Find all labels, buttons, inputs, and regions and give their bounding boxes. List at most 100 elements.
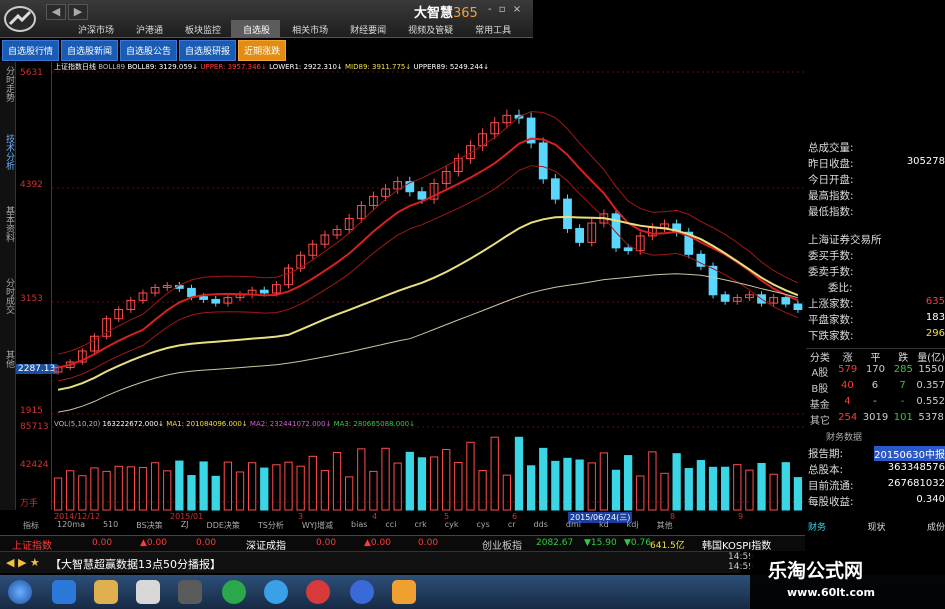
vtab-intraday[interactable]: 分时走势 [2,66,14,126]
indicator-tabs: 指标 120ma 510 BS决策 ZJ DDE决策 TS分析 WYJ增减 bi… [14,520,804,532]
indicator-tab[interactable]: 510 [94,520,127,532]
volume-bar [345,476,354,511]
volume-bar [235,471,245,511]
volume-bar [163,470,172,511]
indicator-tab[interactable]: 其他 [648,520,682,532]
app-browser-icon[interactable] [350,580,374,604]
subtab-news[interactable]: 自选股新闻 [61,40,119,61]
breadth-header: 分类涨平跌量(亿) [806,348,945,364]
subtab-quotes[interactable]: 自选股行情 [2,40,60,61]
news-headline[interactable]: 【大智慧超赢数据13点50分播报】 [50,556,221,572]
indicator-tab[interactable]: BS决策 [127,520,171,532]
news-controls[interactable]: ◀ ▶ ★ [6,556,40,569]
vtab-fundamentals[interactable]: 基本资料 [2,206,14,266]
finance-row: 报告期: 20150630中报 [808,446,945,461]
tab-sector-monitor[interactable]: 板块监控 [173,20,231,38]
start-icon[interactable] [8,580,32,604]
indicator-tab[interactable]: bias [342,520,376,532]
settings-icon[interactable] [178,580,202,604]
folder-icon[interactable] [94,580,118,604]
candle-body [781,297,791,305]
volume-bar [745,469,754,511]
indicator-tab[interactable]: crk [405,520,435,532]
subtab-announcements[interactable]: 自选股公告 [120,40,178,61]
vtab-trades[interactable]: 分时成交 [2,278,14,338]
volume-bar [490,436,499,511]
volume-bar [150,462,160,511]
ticker-value: ▲0.00 [140,538,167,548]
ie-icon[interactable] [52,580,76,604]
indicator-tab[interactable]: dds [525,520,557,532]
app-green-icon[interactable] [222,580,246,604]
tab-related-markets[interactable]: 相关市场 [280,20,338,38]
indicator-tab[interactable]: DDE决策 [198,520,249,532]
subtab-recent-change[interactable]: 近期涨跌 [238,40,287,61]
indicator-tab[interactable]: kd [590,520,618,532]
tab-finance[interactable]: 财务 [808,520,826,536]
breadth-row: 其它 254 3019 101 5378 [809,412,944,427]
tab-components[interactable]: 成份 [927,520,945,536]
kline-chart[interactable] [52,62,804,512]
ticker-value: ▲0.00 [364,538,391,548]
ticker-name[interactable]: 上证指数 [12,537,52,552]
indicator-tab[interactable]: kdj [618,520,648,532]
volume-bar [769,473,778,511]
exchange-title: 上海证券交易所 [808,234,882,246]
stat-row: 今日开盘: [808,174,854,186]
app-logo-icon [4,6,36,32]
indicator-tab[interactable]: 指标 [14,520,48,532]
vtab-technical[interactable]: 技术分析 [2,134,14,194]
candle-body [199,296,208,300]
ticker-name[interactable]: 深证成指 [246,537,286,552]
app-red-icon[interactable] [306,580,330,604]
indicator-tab[interactable]: cr [499,520,525,532]
ticker-value: ▼0.76 [624,538,651,548]
volume-bar [90,467,99,511]
indicator-tab[interactable]: WYJ增减 [293,520,342,532]
volume-bar [393,462,402,511]
subtab-research[interactable]: 自选股研报 [179,40,237,61]
forward-button[interactable]: ▶ [68,4,88,20]
vol-tick: 85713 [20,422,49,432]
indicator-tab[interactable]: 120ma [48,520,94,532]
volume-bar [708,466,718,511]
indicator-tab[interactable]: cci [376,520,405,532]
vol-tick: 42424 [20,460,49,470]
candle-body [575,228,584,243]
vtab-other[interactable]: 其他 [2,350,14,380]
indicator-tab[interactable]: cyk [436,520,468,532]
tab-tools[interactable]: 常用工具 [463,20,521,38]
tab-hk-connect[interactable]: 沪港通 [124,20,173,38]
nav-buttons: ◀ ▶ [46,4,90,20]
indicator-tab[interactable]: ZJ [172,520,198,532]
window-controls[interactable]: - ▫ × [488,4,523,15]
stat-row: 最高指数: [808,190,854,202]
app-blue-icon[interactable] [264,580,288,604]
stat-row: 总成交量: [808,142,854,154]
dzh-app-icon[interactable] [392,580,416,604]
tab-video[interactable]: 视频及管疑 [396,20,463,38]
indicator-tab[interactable]: TS分析 [249,520,293,532]
ticker-name[interactable]: 创业板指 [482,537,522,552]
breadth-row: 基金 4- -0.552 [809,396,945,411]
watchlist-subtabs: 自选股行情 自选股新闻 自选股公告 自选股研报 近期涨跌 [2,40,288,61]
volume-bar [320,470,330,511]
tab-watchlist[interactable]: 自选股 [231,20,281,38]
index-ticker: 上证指数 0.00 ▲0.00 0.00 深证成指 0.00 ▲0.00 0.0… [0,535,805,552]
media-icon[interactable] [136,580,160,604]
volume-bar [429,456,439,511]
stat-row: 下跌家数: 296 [808,328,945,342]
panel-tabs: 财务 现状 成份 [808,520,945,536]
volume-bar [53,477,63,511]
stat-row: 委比: [828,282,853,294]
volume-bar [126,466,135,511]
tab-finance-news[interactable]: 财经要闻 [338,20,396,38]
indicator-tab[interactable]: dmi [557,520,590,532]
tab-status[interactable]: 现状 [867,520,885,536]
volume-bar [526,465,536,511]
back-button[interactable]: ◀ [46,4,66,20]
ticker-name[interactable]: 韩国KOSPI指数 [702,537,771,552]
tab-shenzhen-market[interactable]: 沪深市场 [66,20,124,38]
finance-title: 财务数据 [826,433,863,443]
indicator-tab[interactable]: cys [468,520,499,532]
